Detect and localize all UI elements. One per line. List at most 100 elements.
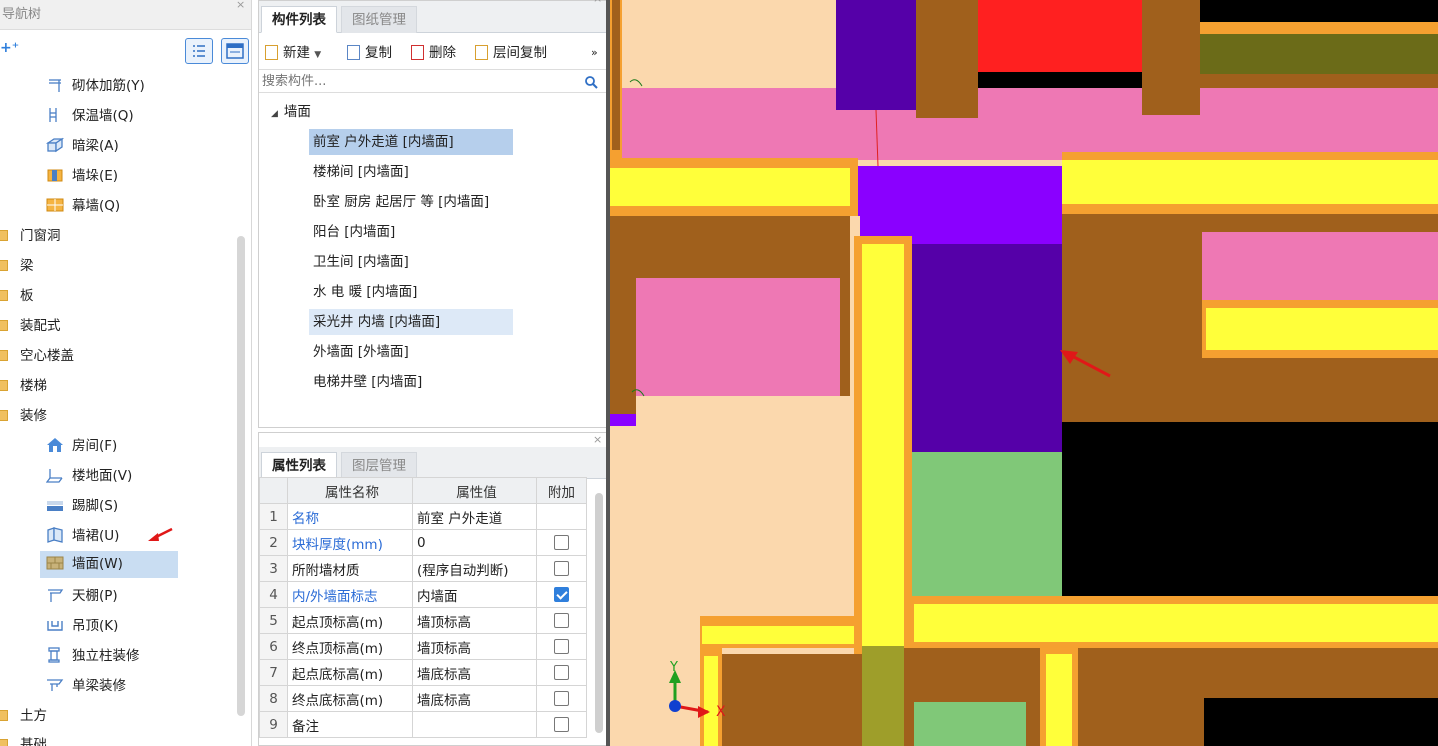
component-item[interactable]: 外墙面 [外墙面] [309,339,413,365]
checkbox[interactable] [554,664,569,680]
checkbox[interactable] [554,638,569,654]
nav-scrollbar[interactable] [237,236,245,716]
detail-view-button[interactable] [221,38,249,64]
checkbox[interactable] [554,560,569,576]
tree-item-floor[interactable]: 楼地面(V) [45,461,132,491]
close-icon[interactable]: × [593,0,602,5]
tab-component-list[interactable]: 构件列表 [261,6,337,33]
add-sparkle-icon[interactable]: +⁺ [0,40,19,56]
property-value[interactable]: 前室 户外走道 [412,503,537,530]
property-row[interactable]: 8 终点底标高(m) 墙底标高 [259,685,587,712]
layer-copy-icon [475,45,488,60]
tree-item-ceiling[interactable]: 天棚(P) [46,581,118,611]
component-search [259,69,607,93]
property-row[interactable]: 1 名称 前室 户外走道 [259,503,587,530]
black-strip [978,72,1142,88]
tree-item-masonry-rebar[interactable]: 砌体加筋(Y) [46,71,145,101]
component-list-panel: 构件列表 图纸管理 × 新建 ▼ 复制 删除 层间复制 » ◢ 墙面 前室 户外走… [258,0,608,428]
property-row[interactable]: 6 终点顶标高(m) 墙顶标高 [259,633,587,660]
tree-item-hidden-beam[interactable]: 暗梁(A) [45,131,119,161]
property-value[interactable]: 墙顶标高 [412,633,537,660]
tree-folder-slab[interactable]: 板 [0,281,34,311]
tab-layer-management[interactable]: 图层管理 [341,452,417,479]
delete-icon [411,45,424,60]
property-name: 块料厚度(mm) [287,529,413,556]
folder-icon [0,350,8,361]
component-item[interactable]: 卫生间 [内墙面] [309,249,413,275]
tree-item-column-finish[interactable]: 独立柱装修 [46,641,140,671]
tree-item-dado[interactable]: 墙裙(U) [46,521,119,551]
tree-item-room[interactable]: 房间(F) [46,431,117,461]
component-item-hover[interactable]: 采光井 内墙 [内墙面] [309,309,513,335]
property-row[interactable]: 2 块料厚度(mm) 0 [259,529,587,556]
property-value[interactable]: 墙顶标高 [412,607,537,634]
pink-block [1202,232,1438,300]
component-item[interactable]: 卧室 厨房 起居厅 等 [内墙面] [309,189,493,215]
tab-drawing-management[interactable]: 图纸管理 [341,6,417,33]
property-scrollbar[interactable] [595,493,603,733]
tree-folder-beam[interactable]: 梁 [0,251,34,281]
property-row[interactable]: 4 内/外墙面标志 内墙面 [259,581,587,608]
property-value[interactable]: 内墙面 [412,581,537,608]
list-view-button[interactable] [185,38,213,64]
tree-folder-finishing[interactable]: 装修 [0,401,47,431]
tree-item-wall-pier[interactable]: 墙垛(E) [46,161,118,191]
checkbox[interactable] [554,586,569,602]
tree-item-curtain-wall[interactable]: 幕墙(Q) [46,191,120,221]
tree-folder-stairs[interactable]: 楼梯 [0,371,47,401]
new-button[interactable]: 新建 ▼ [265,43,321,63]
group-wall-surface[interactable]: ◢ 墙面 [271,99,311,125]
checkbox[interactable] [554,534,569,550]
property-value[interactable]: (程序自动判断) [412,555,537,582]
property-row[interactable]: 5 起点顶标高(m) 墙顶标高 [259,607,587,634]
drawing-canvas[interactable]: X Y [610,0,1438,746]
tree-item-wall-surface[interactable]: 墙面(W) [40,551,178,578]
property-value[interactable]: 0 [412,529,537,556]
component-item[interactable]: 电梯井壁 [内墙面] [309,369,426,395]
property-value[interactable]: 墙底标高 [412,685,537,712]
tree-item-label: 吊顶(K) [72,618,119,634]
property-value[interactable] [412,711,537,738]
checkbox[interactable] [554,612,569,628]
tree-folder-foundation[interactable]: 基础 [0,730,47,746]
column-finish-icon [46,644,64,663]
copy-button[interactable]: 复制 [347,43,392,63]
property-row[interactable]: 3 所附墙材质 (程序自动判断) [259,555,587,582]
dropdown-arrow-icon[interactable]: ▼ [314,50,321,60]
tree-folder-hollow-floor[interactable]: 空心楼盖 [0,341,74,371]
layer-copy-button[interactable]: 层间复制 [475,43,547,63]
component-item-selected[interactable]: 前室 户外走道 [内墙面] [309,129,513,155]
new-file-icon [265,45,278,60]
checkbox[interactable] [554,716,569,732]
tree-item-label: 单梁装修 [72,678,126,694]
close-icon[interactable]: × [593,433,602,446]
wall-yellow [704,656,718,746]
tree-item-beam-finish[interactable]: 单梁装修 [46,671,126,701]
collapse-triangle-icon[interactable]: ◢ [271,109,278,119]
property-value[interactable]: 墙底标高 [412,659,537,686]
component-item[interactable]: 水 电 暖 [内墙面] [309,279,421,305]
search-icon[interactable] [584,75,598,89]
component-search-input[interactable] [259,70,569,92]
tree-folder-door-window[interactable]: 门窗洞 [0,221,61,251]
property-list-panel: × 属性列表 图层管理 属性名称 属性值 附加 1 名称 前室 户外走道 2 块料厚度(… [258,432,608,746]
hidden-beam-icon [45,134,65,153]
tree-item-skirting[interactable]: 踢脚(S) [46,491,118,521]
tree-item-insulation-wall[interactable]: 保温墙(Q) [46,101,134,131]
wall-yellow [1062,160,1438,204]
close-icon[interactable]: × [236,0,245,20]
property-extra-cell [536,555,587,582]
checkbox[interactable] [554,690,569,706]
component-item[interactable]: 楼梯间 [内墙面] [309,159,413,185]
beam-finish-icon [46,674,64,691]
property-row[interactable]: 7 起点底标高(m) 墙底标高 [259,659,587,686]
tree-item-suspended-ceiling[interactable]: 吊顶(K) [46,611,118,641]
more-tools-button[interactable]: » [591,43,598,63]
tree-folder-earthwork[interactable]: 土方 [0,701,47,731]
tab-property-list[interactable]: 属性列表 [261,452,337,479]
property-name: 内/外墙面标志 [287,581,413,608]
property-row[interactable]: 9 备注 [259,711,587,738]
component-item[interactable]: 阳台 [内墙面] [309,219,399,245]
tree-folder-prefab[interactable]: 装配式 [0,311,61,341]
delete-button[interactable]: 删除 [411,43,456,63]
